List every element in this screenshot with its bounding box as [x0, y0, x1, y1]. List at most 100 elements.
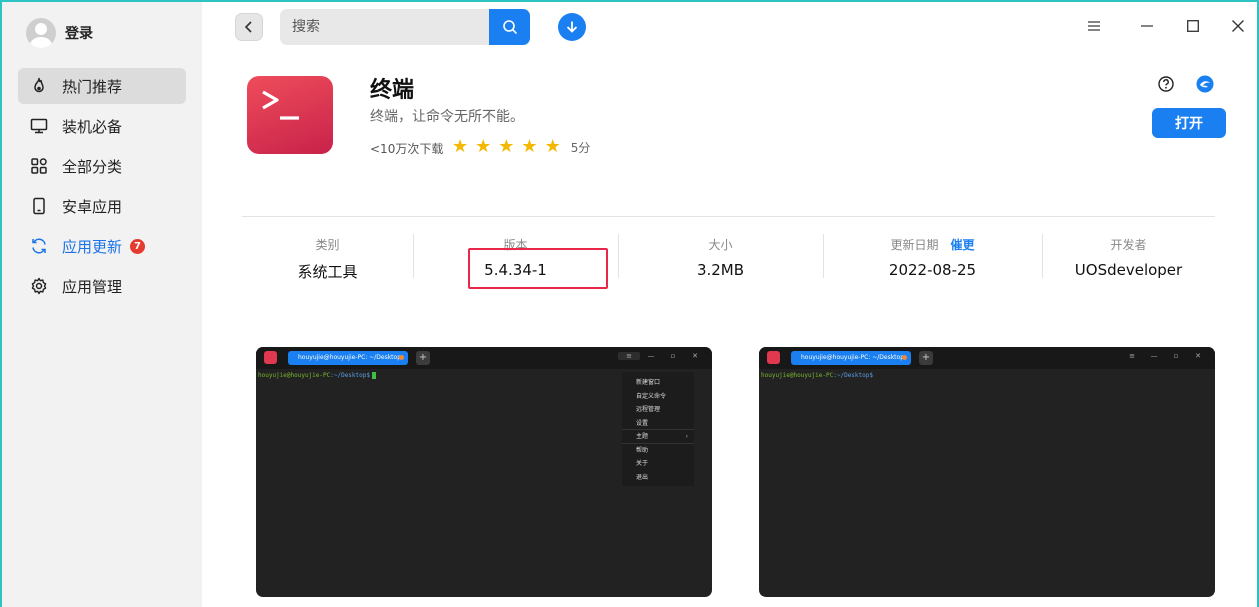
sidebar-item-android[interactable]: 安卓应用 [18, 188, 186, 224]
maximize-icon: ▫ [1173, 352, 1179, 360]
star-icon: ★ [544, 136, 561, 157]
developer-label: 开发者 [1110, 238, 1147, 252]
star-icon: ★ [475, 136, 492, 157]
app-description: 终端，让命令无所不能。 [370, 109, 524, 125]
search-button[interactable] [489, 9, 530, 45]
sidebar: 登录 热门推荐 装机必备 全部分类 安卓应用 应用更新 7 应用管理 [2, 2, 202, 607]
rating-score: 5分 [570, 140, 591, 155]
search-input[interactable] [280, 9, 489, 45]
chevron-right-icon: › [685, 433, 688, 440]
search-box [280, 9, 530, 45]
download-arrow-icon [566, 21, 578, 33]
sidebar-item-updates[interactable]: 应用更新 7 [18, 228, 186, 264]
menu-button[interactable] [1083, 15, 1105, 37]
app-icon [247, 76, 333, 154]
size-value: 3.2MB [696, 261, 745, 279]
terminal-titlebar: houyujie@houyujie-PC: ~/Desktop + ≡ — ▫ … [256, 347, 712, 369]
open-button[interactable]: 打开 [1152, 108, 1226, 138]
plus-icon: + [919, 351, 933, 365]
minimize-icon: — [647, 352, 655, 360]
avatar[interactable] [26, 18, 56, 48]
chevron-left-icon [244, 21, 252, 33]
menu-icon: ≡ [1129, 352, 1135, 360]
hamburger-icon [1088, 21, 1100, 31]
menu-item-theme: 主题 › [622, 430, 694, 444]
minimize-icon: — [1150, 352, 1158, 360]
deepin-logo-icon[interactable] [1195, 74, 1215, 94]
menu-item: 设置 [622, 417, 694, 430]
sidebar-item-label: 应用更新 [62, 237, 123, 256]
developer-value: UOSdeveloper [1074, 261, 1183, 279]
close-button[interactable] [1227, 15, 1249, 37]
sidebar-item-essentials[interactable]: 装机必备 [18, 108, 186, 144]
sidebar-item-label: 热门推荐 [62, 77, 123, 96]
update-date-value: 2022-08-25 [888, 261, 977, 279]
sidebar-item-label: 装机必备 [62, 117, 123, 136]
star-icon: ★ [452, 136, 469, 157]
sidebar-item-label: 安卓应用 [62, 197, 123, 216]
help-icon[interactable] [1157, 75, 1175, 93]
category-label: 类别 [315, 238, 340, 252]
app-store-window: 登录 热门推荐 装机必备 全部分类 安卓应用 应用更新 7 应用管理 搜索 终端… [2, 2, 1257, 607]
sidebar-item-categories[interactable]: 全部分类 [18, 148, 186, 184]
back-button[interactable] [235, 13, 263, 41]
menu-item: 关于 [636, 460, 649, 467]
gear-icon [30, 277, 48, 295]
screenshot-2[interactable]: houyujie@houyujie-PC: ~/Desktop + ≡ — ▫ … [759, 347, 1215, 597]
star-icon: ★ [498, 136, 515, 157]
update-count-badge: 7 [130, 238, 146, 254]
info-developer: 开发者 UOSdeveloper [1042, 234, 1215, 282]
menu-icon: ≡ [618, 352, 640, 360]
close-icon: ✕ [1195, 352, 1201, 360]
login-label[interactable]: 登录 [65, 23, 93, 43]
close-icon [1232, 20, 1244, 32]
category-value: 系统工具 [297, 263, 358, 281]
size-label: 大小 [708, 238, 733, 252]
close-icon: ✕ [692, 352, 698, 360]
maximize-icon: ▫ [670, 352, 676, 360]
info-category: 类别 系统工具 [242, 234, 413, 282]
terminal-tab: houyujie@houyujie-PC: ~/Desktop [288, 351, 408, 365]
cursor [372, 372, 376, 379]
terminal-prompt-icon [262, 90, 299, 120]
info-size: 大小 3.2MB [618, 234, 823, 282]
sidebar-item-label: 应用管理 [62, 277, 123, 296]
divider [242, 216, 1215, 217]
rating-stars: ★ ★ ★ ★ ★ 5分 [452, 138, 590, 156]
sidebar-item-hot[interactable]: 热门推荐 [18, 68, 186, 104]
screenshot-1[interactable]: houyujie@houyujie-PC: ~/Desktop + ≡ — ▫ … [256, 347, 712, 597]
search-icon [502, 20, 517, 35]
login-area[interactable]: 登录 [26, 18, 93, 48]
terminal-context-menu: 新建窗口 自定义命令 远程管理 设置 主题 › 帮助 关于 退出 [622, 372, 694, 486]
sidebar-item-label: 全部分类 [62, 157, 123, 176]
plus-icon: + [416, 351, 430, 365]
fire-icon [30, 77, 48, 95]
sidebar-nav: 热门推荐 装机必备 全部分类 安卓应用 应用更新 7 应用管理 [18, 68, 186, 308]
app-name: 终端 [370, 78, 415, 103]
app-info-row: 类别 系统工具 版本 5.4.34-1 大小 3.2MB 更新日期 催更 2022… [242, 234, 1215, 282]
maximize-icon [1187, 20, 1199, 32]
monitor-icon [30, 117, 48, 135]
maximize-button[interactable] [1182, 15, 1204, 37]
info-update-date: 更新日期 催更 2022-08-25 [823, 234, 1042, 282]
grid-icon [30, 157, 48, 175]
terminal-prompt: houyujie@houyujie-PC:~/Desktop$ [761, 372, 873, 379]
star-icon: ★ [521, 136, 538, 157]
download-count: <10万次下载 [370, 142, 444, 156]
terminal-app-icon [264, 351, 277, 364]
request-update-link[interactable]: 催更 [951, 238, 975, 252]
terminal-titlebar: houyujie@houyujie-PC: ~/Desktop + ≡ — ▫ … [759, 347, 1215, 369]
menu-item: 自定义命令 [636, 392, 667, 400]
main-content: 终端 终端，让命令无所不能。 <10万次下载 ★ ★ ★ ★ ★ 5分 打开 类… [202, 2, 1257, 607]
terminal-window-controls: ≡ — ▫ ✕ [618, 352, 706, 360]
menu-item: 远程管理 [636, 406, 661, 413]
minimize-button[interactable] [1136, 15, 1158, 37]
terminal-window-controls: ≡ — ▫ ✕ [1121, 352, 1209, 360]
downloads-button[interactable] [558, 13, 586, 41]
terminal-app-icon [767, 351, 780, 364]
minimize-icon [1141, 25, 1153, 27]
refresh-icon [30, 237, 48, 255]
version-highlight-box [468, 248, 608, 289]
update-date-label: 更新日期 催更 [890, 238, 975, 252]
sidebar-item-manage[interactable]: 应用管理 [18, 268, 186, 304]
